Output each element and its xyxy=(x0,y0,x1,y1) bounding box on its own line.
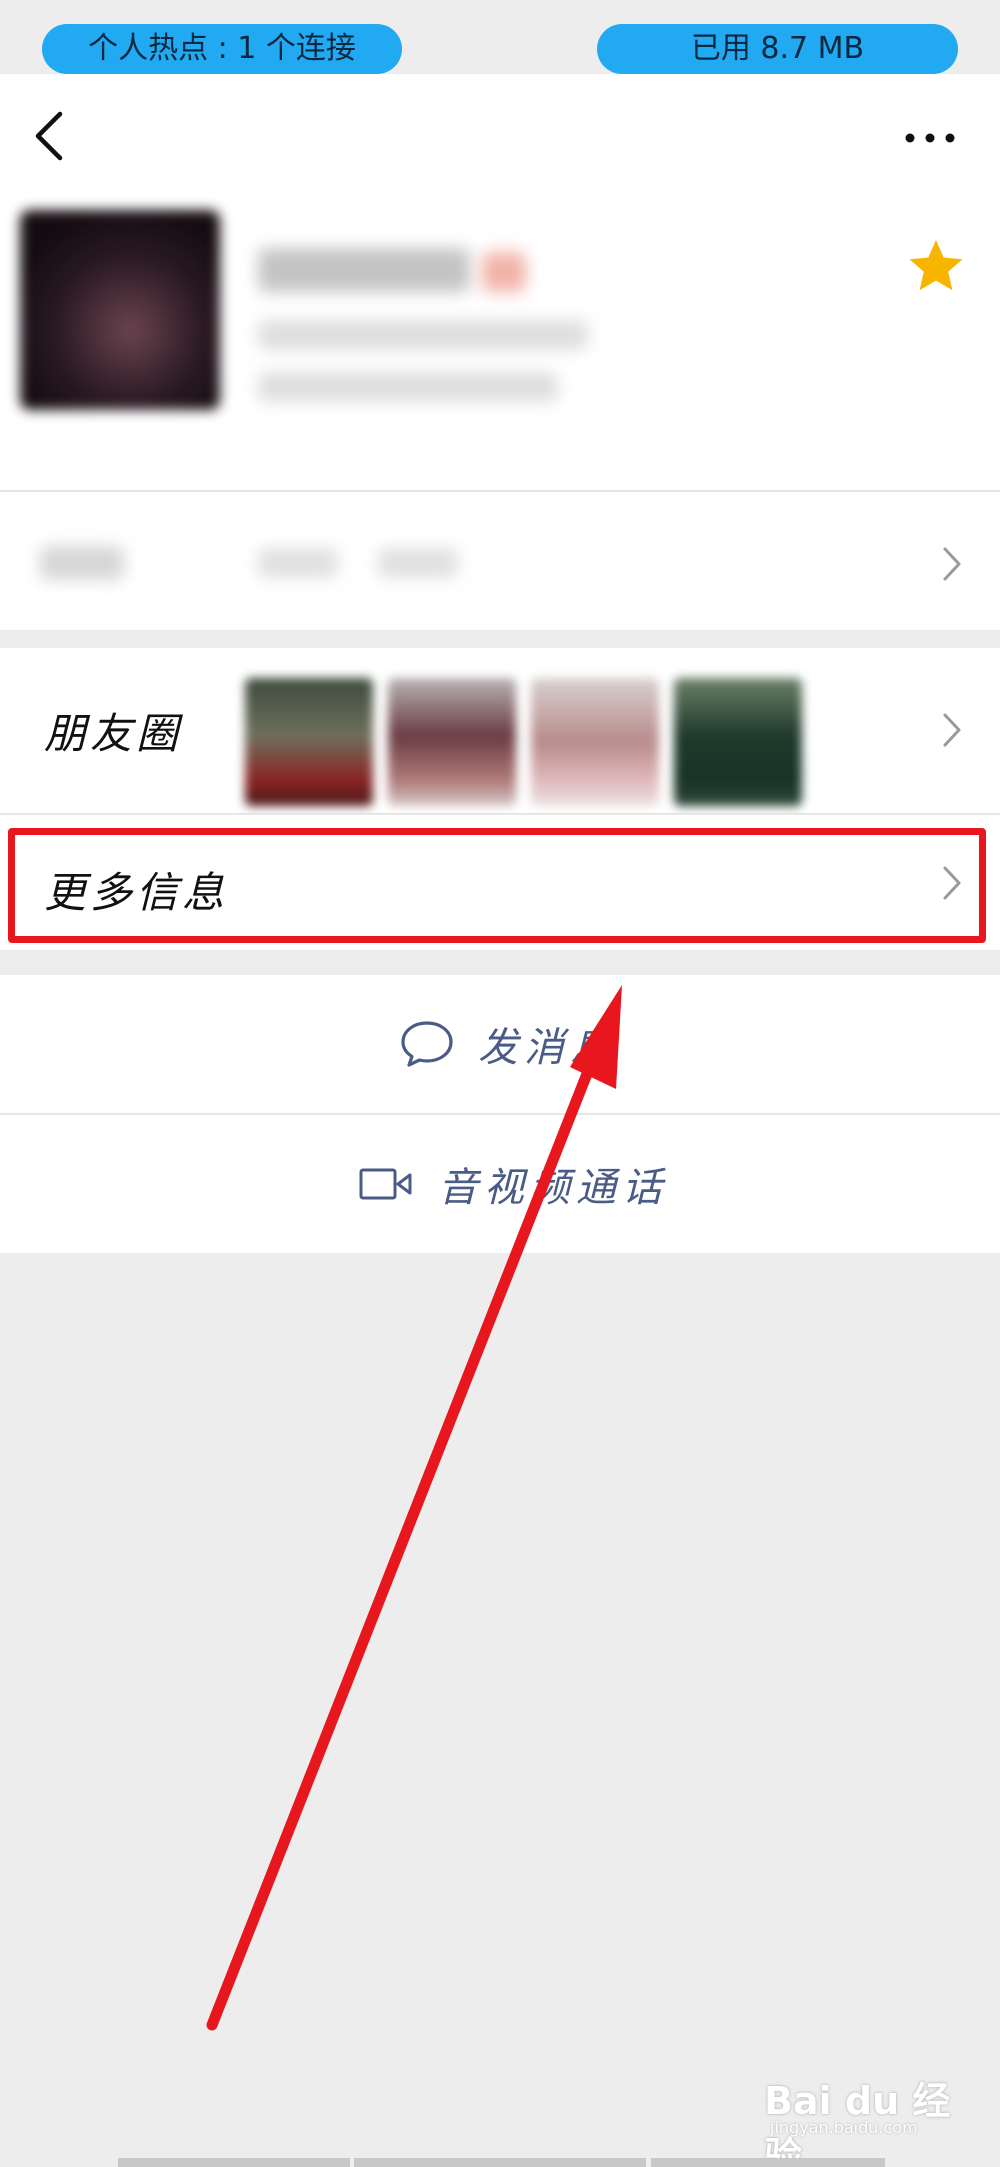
moments-thumbnail xyxy=(531,678,659,806)
moments-thumbnail xyxy=(245,678,373,806)
send-message-label: 发消息 xyxy=(478,1025,616,1071)
bottom-strip xyxy=(354,2158,646,2167)
data-usage-text: 已用 8.7 MB xyxy=(690,31,865,66)
send-message-button[interactable]: 发消息 xyxy=(0,975,1000,1113)
blurred-remark-value xyxy=(378,548,458,578)
moments-row[interactable]: 朋友圈 xyxy=(0,648,1000,813)
blurred-detail-line xyxy=(258,372,558,402)
more-info-row[interactable]: 更多信息 xyxy=(0,815,1000,950)
more-horizontal-icon xyxy=(905,133,955,143)
data-usage-pill: 已用 8.7 MB xyxy=(597,24,958,74)
blurred-detail-line xyxy=(258,320,588,350)
more-options-button[interactable] xyxy=(900,118,960,158)
bottom-strip xyxy=(651,2158,885,2167)
top-bar xyxy=(0,74,1000,200)
avatar[interactable] xyxy=(20,210,220,410)
chevron-right-icon xyxy=(943,866,961,900)
chevron-left-icon xyxy=(35,111,63,161)
watermark-url-text: jingyan.baidu.com xyxy=(770,2118,918,2137)
star-icon[interactable] xyxy=(906,236,966,296)
chevron-right-icon xyxy=(943,713,961,747)
back-button[interactable] xyxy=(30,108,72,164)
bottom-strip xyxy=(118,2158,350,2167)
contact-profile-card xyxy=(0,200,1000,490)
chat-bubble-icon xyxy=(401,1021,453,1067)
hotspot-status-text: 个人热点 : 1 个连接 xyxy=(88,31,356,66)
blurred-remark-value xyxy=(258,548,338,578)
video-camera-icon xyxy=(359,1168,412,1200)
blurred-badge xyxy=(482,252,526,292)
moments-thumbnail xyxy=(388,678,516,806)
chevron-right-icon xyxy=(943,547,961,581)
more-info-label: 更多信息 xyxy=(44,868,229,917)
remark-row[interactable] xyxy=(0,490,1000,630)
blurred-nickname xyxy=(258,248,470,292)
hotspot-status-pill: 个人热点 : 1 个连接 xyxy=(42,24,402,74)
video-call-button[interactable]: 音视频通话 xyxy=(0,1115,1000,1253)
baidu-watermark: Bai du 经验 jingyan.baidu.com xyxy=(760,2070,980,2167)
moments-thumbnail xyxy=(674,678,802,806)
moments-label: 朋友圈 xyxy=(44,709,183,758)
video-call-label: 音视频通话 xyxy=(438,1165,668,1211)
blurred-remark-label xyxy=(40,546,124,580)
